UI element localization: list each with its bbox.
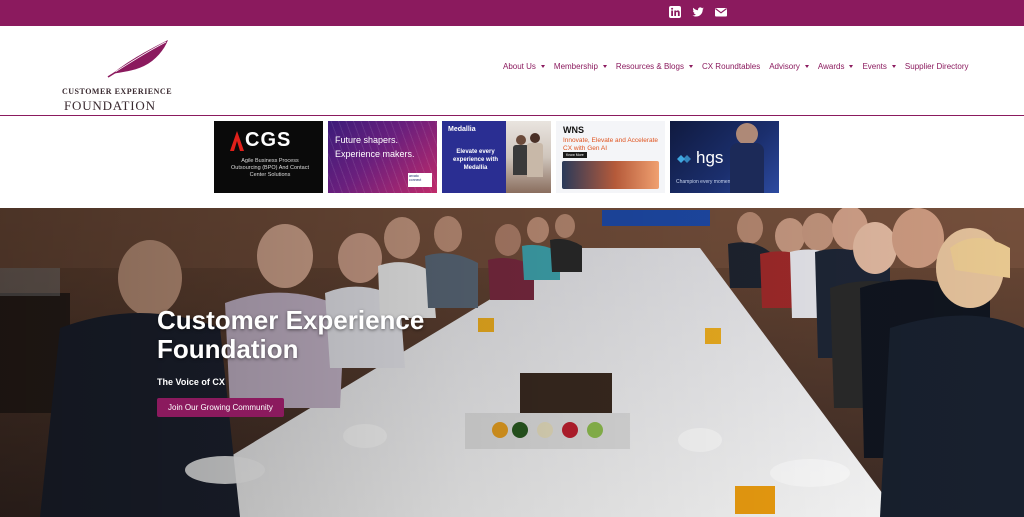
chevron-down-icon	[804, 65, 809, 68]
twitter-icon[interactable]	[691, 5, 705, 19]
ad-hgs[interactable]: hgs Champion every moment	[670, 121, 779, 193]
nav-label: Events	[862, 62, 887, 71]
social-links	[668, 5, 728, 19]
hero-content: Customer Experience Foundation The Voice…	[157, 306, 424, 417]
wns-cta-button[interactable]: Know More	[563, 152, 587, 158]
nav-label: CX Roundtables	[701, 62, 761, 71]
wns-photo	[562, 161, 659, 189]
nav-advisory[interactable]: Advisory	[769, 62, 809, 71]
cgs-tagline: Agile Business Process Outsourcing (BPO)…	[231, 158, 309, 178]
ad-arvato[interactable]: Future shapers. Experience makers. arvat…	[328, 121, 437, 193]
join-community-button[interactable]: Join Our Growing Community	[157, 398, 284, 417]
arvato-logo: arvato connect	[408, 173, 432, 187]
site-header: CUSTOMER EXPERIENCE FOUNDATION About Us …	[0, 26, 1024, 116]
hero-photo	[0, 208, 1024, 517]
wns-brand: WNS	[563, 125, 584, 135]
sponsor-banners: CGS Agile Business Process Outsourcing (…	[214, 121, 779, 193]
medallia-brand: Medallia	[448, 126, 476, 133]
cgs-brand: CGS	[245, 129, 292, 151]
nav-label: Advisory	[769, 62, 800, 71]
nav-label: Membership	[553, 62, 598, 71]
main-nav: About Us Membership Resources & Blogs CX…	[503, 62, 968, 71]
ad-cgs[interactable]: CGS Agile Business Process Outsourcing (…	[214, 121, 323, 193]
nav-supplier-directory[interactable]: Supplier Directory	[905, 62, 969, 71]
chevron-down-icon	[540, 65, 545, 68]
hgs-tagline: Champion every moment	[676, 179, 732, 185]
hgs-mark-icon	[676, 151, 692, 167]
feather-logo-icon	[107, 40, 168, 78]
medallia-photo	[506, 121, 551, 193]
top-bar	[0, 0, 1024, 26]
email-icon[interactable]	[714, 5, 728, 19]
linkedin-icon[interactable]	[668, 5, 682, 19]
ad-wns[interactable]: WNS Innovate, Elevate and Accelerate CX …	[556, 121, 665, 193]
hero-title-line1: Customer Experience	[157, 305, 425, 335]
nav-label: Supplier Directory	[904, 62, 969, 71]
cgs-mark-icon	[230, 131, 244, 151]
wns-text: Innovate, Elevate and Accelerate CX with…	[563, 137, 659, 152]
hero-subtitle: The Voice of CX	[157, 377, 225, 387]
nav-label: Resources & Blogs	[615, 62, 684, 71]
site-logo[interactable]: CUSTOMER EXPERIENCE FOUNDATION	[60, 36, 180, 113]
chevron-down-icon	[891, 65, 896, 68]
nav-events[interactable]: Events	[862, 62, 896, 71]
chevron-down-icon	[849, 65, 854, 68]
ad-medallia[interactable]: Medallia Elevate every experience with M…	[442, 121, 551, 193]
arvato-line1: Future shapers.	[335, 135, 399, 145]
hgs-photo-body	[730, 143, 764, 193]
chevron-down-icon	[602, 65, 607, 68]
logo-text-top: CUSTOMER EXPERIENCE	[62, 87, 173, 96]
hgs-brand: hgs	[696, 148, 724, 167]
nav-membership[interactable]: Membership	[554, 62, 607, 71]
nav-resources-blogs[interactable]: Resources & Blogs	[616, 62, 693, 71]
nav-cx-roundtables[interactable]: CX Roundtables	[702, 62, 760, 71]
nav-about-us[interactable]: About Us	[503, 62, 545, 71]
chevron-down-icon	[688, 65, 693, 68]
nav-label: Awards	[817, 62, 845, 71]
logo-text-bottom: FOUNDATION	[64, 98, 156, 113]
medallia-text: Elevate every experience with Medallia	[452, 149, 499, 171]
hgs-photo	[736, 123, 758, 145]
hero-banner: Customer Experience Foundation The Voice…	[0, 208, 1024, 517]
nav-label: About Us	[503, 62, 536, 71]
nav-awards[interactable]: Awards	[818, 62, 854, 71]
arvato-line2: Experience makers.	[335, 149, 415, 159]
hero-title-line2: Foundation	[157, 334, 299, 364]
